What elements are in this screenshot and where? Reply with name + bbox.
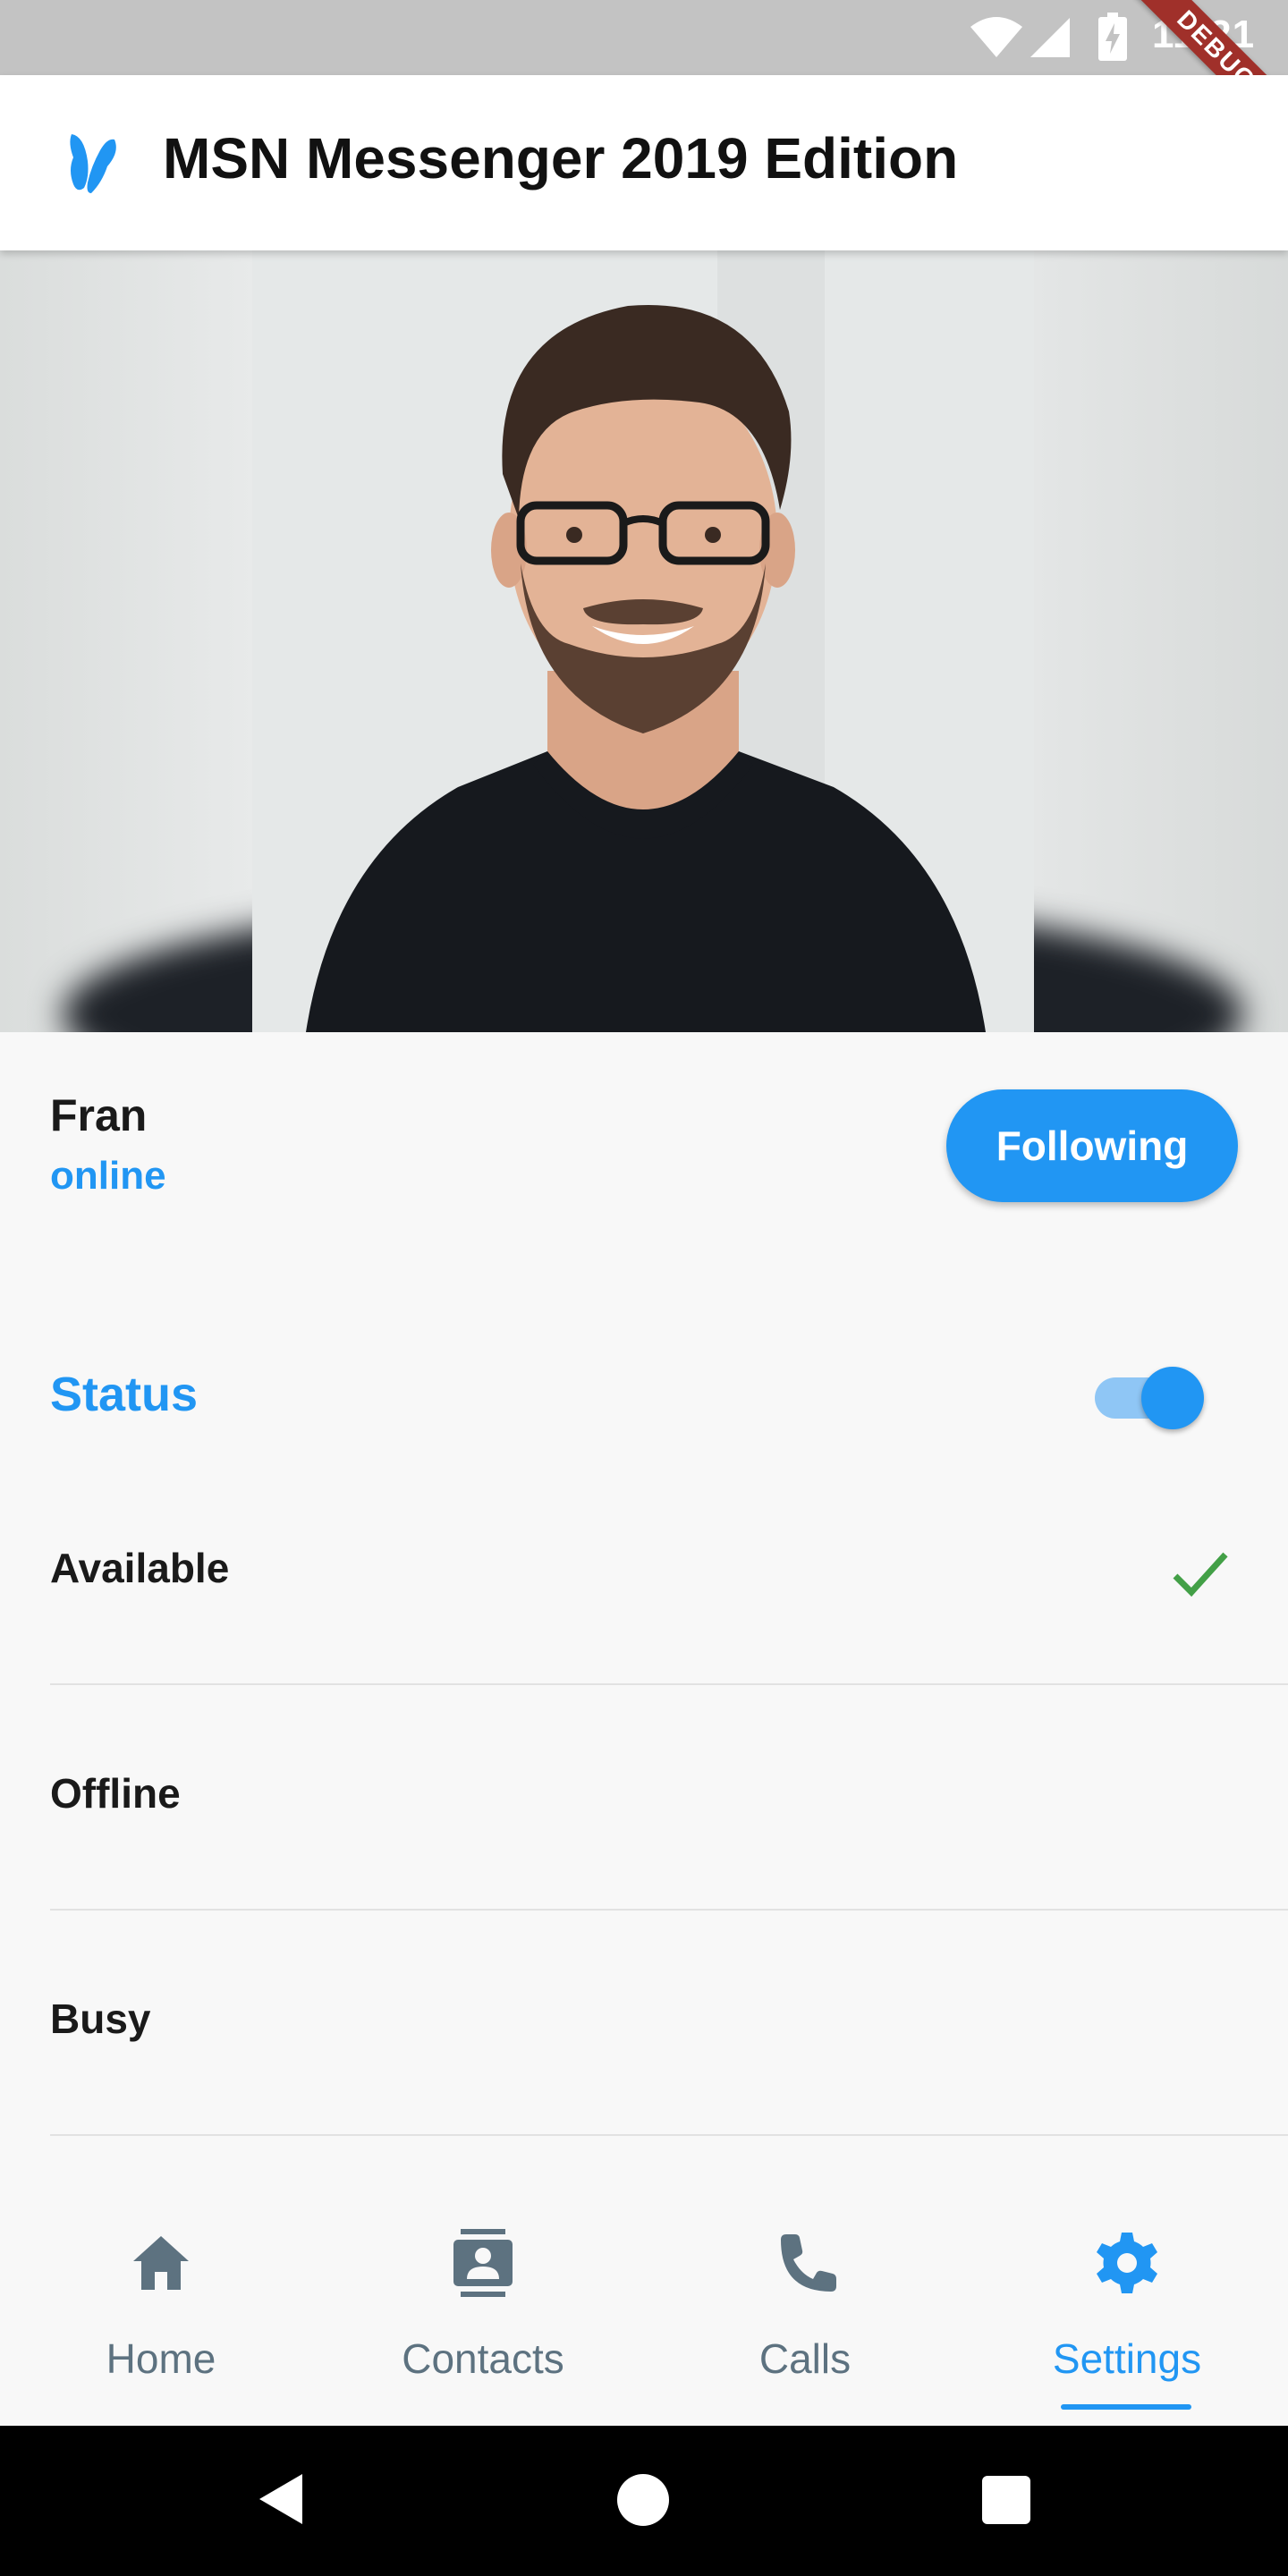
nav-label: Home <box>106 2335 216 2382</box>
phone-icon <box>781 2234 836 2292</box>
status-option-label: Available <box>50 1545 230 1591</box>
status-option-offline[interactable]: Offline <box>0 1685 1288 1911</box>
status-option-busy[interactable]: Busy <box>0 1911 1288 2136</box>
divider <box>50 2134 1288 2136</box>
active-tab-indicator <box>1061 2404 1191 2410</box>
butterfly-logo-icon <box>70 134 116 193</box>
toggle-thumb[interactable] <box>1141 1367 1204 1429</box>
presence-label: online <box>50 1154 166 1198</box>
back-icon[interactable] <box>256 2470 306 2528</box>
nav-label: Calls <box>758 2335 852 2382</box>
home-icon <box>133 2236 189 2290</box>
recents-square-icon[interactable] <box>982 2476 1030 2524</box>
bottom-navigation: Home Contacts Calls Settings <box>0 2186 1288 2426</box>
profile-photo-image <box>252 250 1034 1032</box>
app-screen: 11:21 DEBUG MSN Messenger 2019 Edition <box>0 0 1288 2576</box>
nav-item-contacts[interactable]: Contacts <box>322 2186 644 2426</box>
battery-charging-icon <box>1098 13 1127 61</box>
nav-label: Settings <box>1052 2335 1202 2382</box>
status-option-label: Busy <box>50 1996 151 2042</box>
system-navigation-bar <box>0 2426 1288 2576</box>
nav-item-home[interactable]: Home <box>0 2186 322 2426</box>
contacts-icon <box>453 2229 513 2297</box>
status-bar: 11:21 DEBUG <box>0 0 1288 158</box>
wifi-icon <box>970 17 1022 57</box>
nav-label: Contacts <box>402 2335 564 2382</box>
status-option-label: Offline <box>50 1770 181 1817</box>
profile-photo[interactable] <box>252 250 1034 1032</box>
nav-item-settings[interactable]: Settings <box>966 2186 1288 2426</box>
signal-icon <box>1030 18 1070 57</box>
gear-icon <box>1097 2233 1157 2293</box>
status-option-available[interactable]: Available <box>0 1460 1288 1685</box>
status-toggle[interactable] <box>1091 1363 1209 1431</box>
profile-hero <box>0 250 1288 1032</box>
status-heading: Status <box>50 1368 199 1421</box>
app-title: MSN Messenger 2019 Edition <box>163 126 959 191</box>
status-options-list: Available Offline Busy <box>0 1460 1288 2136</box>
app-bar: MSN Messenger 2019 Edition <box>0 75 1288 250</box>
check-icon <box>1173 1552 1228 1597</box>
home-circle-icon[interactable] <box>617 2474 669 2526</box>
profile-name: Fran <box>50 1090 148 1140</box>
nav-item-calls[interactable]: Calls <box>644 2186 966 2426</box>
following-button[interactable]: Following <box>946 1089 1238 1202</box>
